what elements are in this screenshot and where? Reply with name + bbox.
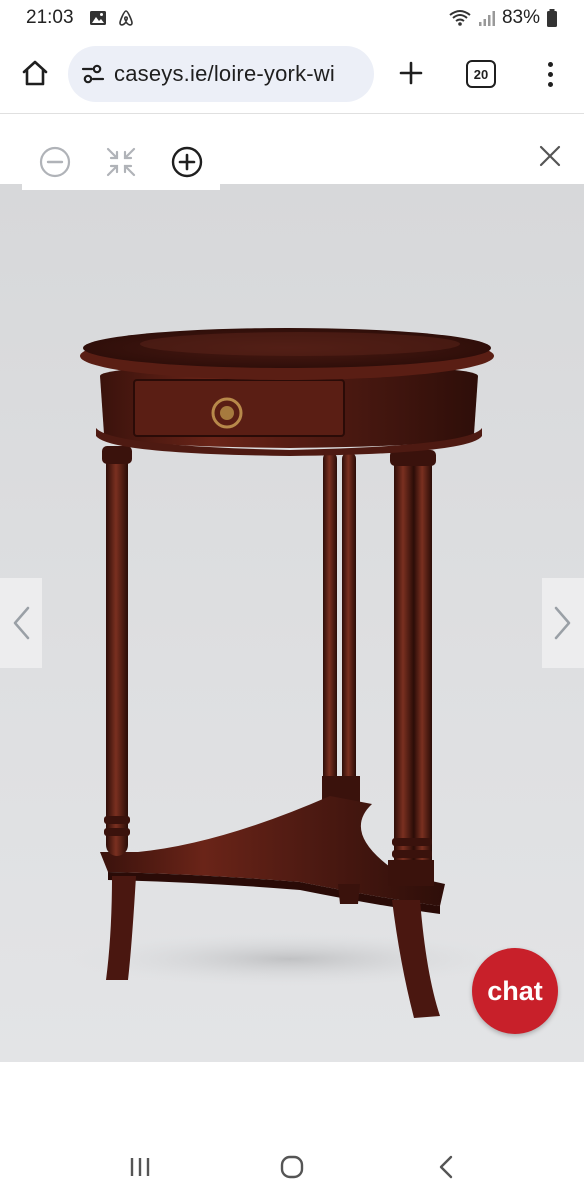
status-time: 21:03 [26, 7, 74, 28]
zoom-in-button[interactable] [154, 134, 220, 190]
status-bar: 21:03 83% [0, 0, 584, 38]
next-image-button[interactable] [542, 578, 584, 668]
system-nav-bar [0, 1130, 584, 1200]
product-image[interactable] [0, 184, 584, 1062]
foot [338, 884, 360, 904]
leg [106, 446, 128, 856]
home-circle-icon [280, 1155, 304, 1179]
more-vert-icon[interactable] [536, 54, 564, 94]
wifi-icon [449, 10, 471, 26]
toolbar-divider [0, 113, 584, 114]
back-icon [439, 1155, 453, 1179]
menu-dot [547, 71, 553, 77]
signal-icon [478, 11, 495, 26]
close-viewer-button[interactable] [534, 140, 566, 172]
zoom-out-button[interactable] [22, 134, 88, 190]
table-top-highlight [140, 332, 460, 356]
airbnb-icon [119, 10, 133, 26]
chat-label: chat [487, 975, 543, 1006]
address-bar[interactable]: caseys.ie/loire-york-wi [68, 46, 374, 102]
zoom-out-icon [39, 146, 71, 178]
home-button[interactable] [16, 54, 54, 92]
leg [394, 452, 414, 882]
drawer-handle-center [220, 406, 234, 420]
recents-button[interactable] [120, 1150, 160, 1184]
menu-dot [547, 61, 553, 67]
zoom-controls [22, 134, 220, 190]
previous-image-button[interactable] [0, 578, 42, 668]
system-home-button[interactable] [272, 1150, 312, 1184]
floor-shadow [70, 931, 510, 987]
leg-ring [104, 816, 130, 824]
status-right: 83% [448, 7, 558, 29]
plus-icon [399, 61, 423, 85]
zoom-in-icon [171, 146, 203, 178]
tab-count: 20 [473, 66, 489, 82]
leg-ring [392, 838, 432, 846]
fit-screen-button[interactable] [88, 134, 154, 190]
battery-percent: 83% [501, 7, 540, 28]
leg-ring [102, 446, 132, 464]
url-text: caseys.ie/loire-york-wi [114, 61, 335, 86]
status-left-icons [88, 8, 136, 28]
chevron-right-icon [554, 606, 571, 640]
tabs-button[interactable]: 20 [466, 60, 496, 88]
chat-button[interactable]: chat [472, 948, 558, 1034]
recents-icon [130, 1158, 150, 1176]
chevron-left-icon [13, 606, 30, 640]
home-icon [22, 60, 48, 86]
leg [323, 452, 337, 812]
back-button[interactable] [426, 1150, 466, 1184]
new-tab-button[interactable] [392, 54, 430, 92]
battery-icon [547, 9, 557, 27]
leg [342, 452, 356, 812]
browser-toolbar: caseys.ie/loire-york-wi 20 [0, 40, 584, 110]
leg [414, 452, 432, 872]
site-settings-icon[interactable] [80, 61, 106, 87]
fit-screen-icon [106, 147, 136, 177]
image-icon [90, 11, 106, 25]
screen: 21:03 83% caseys.ie/loire-york-wi 20 cha… [0, 0, 584, 1200]
menu-dot [547, 81, 553, 87]
side-table-photo [70, 328, 510, 1018]
close-icon [539, 145, 561, 167]
leg-foot-block [388, 860, 434, 886]
leg-ring [104, 828, 130, 836]
leg-ring [392, 850, 432, 858]
